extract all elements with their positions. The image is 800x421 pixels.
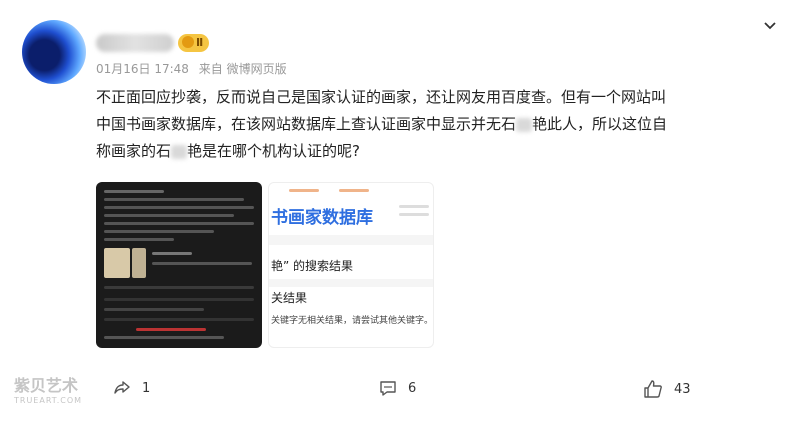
text-line-blur (104, 336, 224, 339)
text-line-blur (104, 214, 234, 217)
related-results-heading: 关结果 (271, 291, 308, 305)
no-results-hint: 关键字无相关结果，请尝试其他关键字。 (271, 316, 434, 326)
highlight-blur (136, 328, 206, 331)
like-button[interactable]: 43 (642, 378, 691, 400)
text-line-blur (104, 206, 254, 209)
comment-button[interactable]: 6 (378, 378, 416, 398)
comment-count: 6 (408, 380, 417, 396)
image-thumbnail-2[interactable]: 书画家数据库 艳” 的搜索结果 关结果 关键字无相关结果，请尝试其他关键字。 (268, 182, 434, 348)
text-line-blur (104, 190, 164, 193)
like-count: 43 (674, 381, 691, 397)
comment-icon (380, 381, 396, 396)
text-line-blur (104, 230, 214, 233)
text-segment: 称画家的石 (96, 142, 172, 160)
chevron-down-icon[interactable] (762, 18, 778, 34)
crown-icon (182, 36, 194, 48)
photo-blur (104, 248, 130, 278)
post-source: 来自 微博网页版 (198, 62, 287, 76)
username-redacted[interactable] (96, 34, 174, 52)
redacted-character (171, 144, 188, 159)
text-line-blur (152, 252, 192, 255)
divider-band (269, 235, 433, 245)
post-date[interactable]: 01月16日 17:48 (96, 62, 189, 76)
share-icon (114, 381, 130, 394)
user-level-badge[interactable]: Ⅱ (178, 34, 210, 52)
redacted-character (516, 117, 533, 132)
badge-label: Ⅱ (196, 36, 204, 49)
photo-blur (132, 248, 146, 278)
divider (104, 318, 254, 321)
post-text: 不正面回应抄袭，反而说自己是国家认证的画家，还让网友用百度查。但有一个网站叫 中… (96, 84, 776, 165)
post-text-line: 中国书画家数据库，在该网站数据库上查认证画家中显示并无石 艳此人，所以这位自 (96, 111, 776, 138)
post-text-line: 称画家的石 艳是在哪个机构认证的呢? (96, 138, 776, 165)
text-line-blur (104, 198, 244, 201)
text-line-blur (104, 222, 254, 225)
text-line-blur (339, 189, 369, 192)
text-line-blur (104, 308, 204, 311)
post-meta: 01月16日 17:48 来自 微博网页版 (96, 60, 293, 77)
search-result-heading: 艳” 的搜索结果 (271, 259, 354, 273)
divider-band (269, 279, 433, 287)
text-line-blur (399, 205, 429, 208)
database-title: 书画家数据库 (271, 208, 373, 228)
thumbs-up-icon (644, 380, 662, 398)
text-segment: 艳是在哪个机构认证的呢? (187, 142, 360, 160)
text-line-blur (399, 213, 429, 216)
share-button[interactable]: 1 (112, 378, 150, 398)
text-segment: 中国书画家数据库，在该网站数据库上查认证画家中显示并无石 (96, 115, 517, 133)
action-bar: 1 6 43 (0, 372, 800, 408)
divider (104, 298, 254, 301)
divider (104, 286, 254, 289)
text-segment: 艳此人，所以这位自 (532, 115, 668, 133)
image-thumbnail-1[interactable] (96, 182, 262, 348)
text-line-blur (104, 238, 174, 241)
text-line-blur (289, 189, 319, 192)
share-count: 1 (142, 380, 151, 396)
text-line-blur (152, 262, 252, 265)
avatar[interactable] (22, 20, 86, 84)
post-text-line: 不正面回应抄袭，反而说自己是国家认证的画家，还让网友用百度查。但有一个网站叫 (96, 88, 667, 106)
